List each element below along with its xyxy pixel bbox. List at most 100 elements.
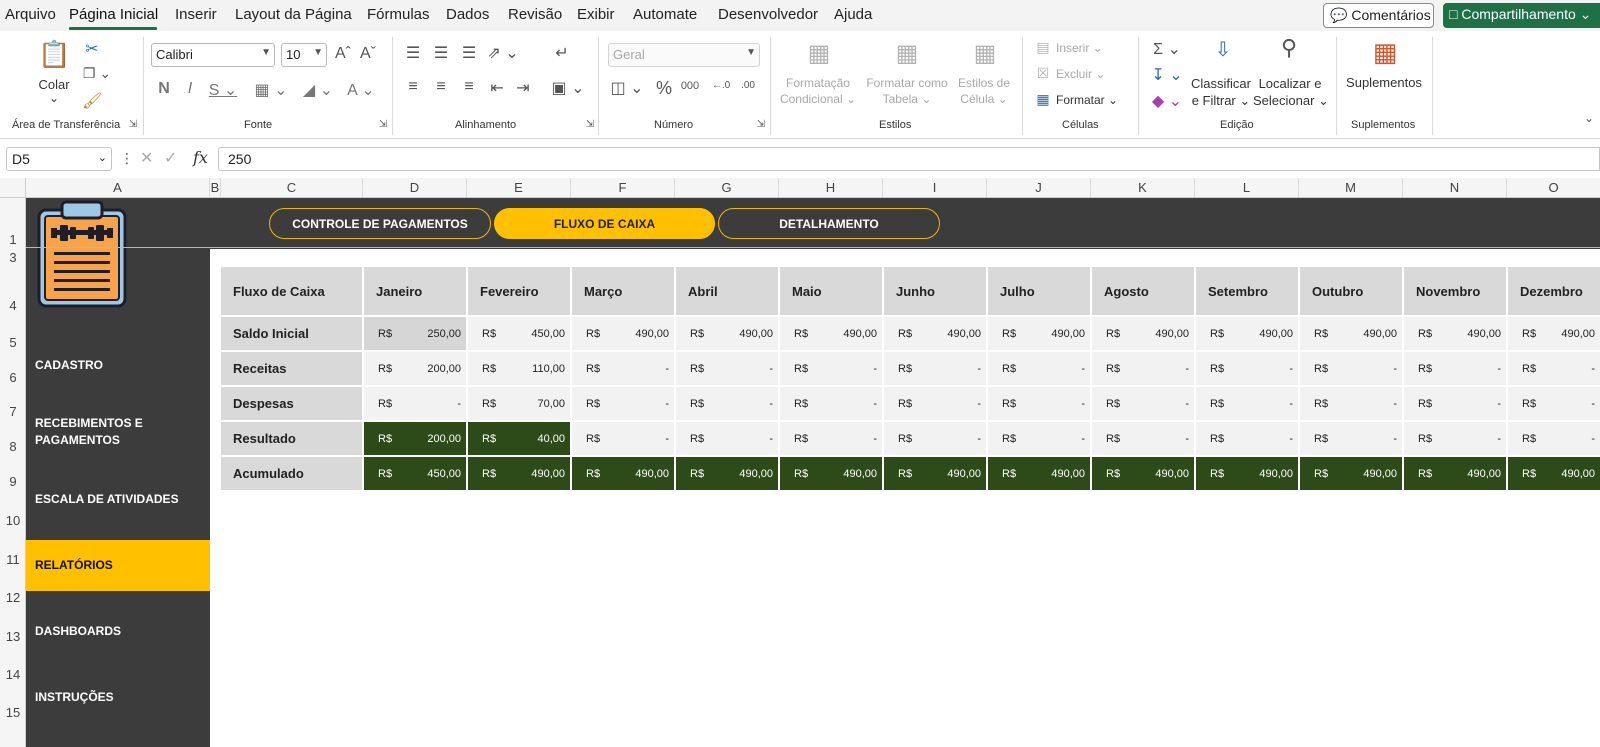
table-cell[interactable]: R$ - (1092, 387, 1194, 420)
table-cell[interactable]: R$ 490,00 (1404, 317, 1506, 350)
bold-icon[interactable]: N (155, 80, 173, 98)
wrap-text-icon[interactable]: ↵ (552, 43, 572, 63)
format-table-icon[interactable]: ▦ (890, 39, 924, 68)
menu-ajuda[interactable]: Ajuda (834, 6, 872, 23)
table-cell[interactable]: R$ 250,00 (364, 317, 466, 350)
column-header[interactable]: F (571, 178, 675, 198)
table-cell[interactable]: R$ - (1092, 422, 1194, 455)
table-cell[interactable]: R$ - (884, 422, 986, 455)
row-label[interactable]: Saldo Inicial (221, 317, 362, 350)
month-header[interactable]: Janeiro (364, 267, 466, 315)
table-cell[interactable]: R$ 490,00 (780, 457, 882, 490)
format-painter-icon[interactable]: 🖌 (82, 91, 102, 111)
number-format-combo[interactable]: Geral ▼ (608, 43, 760, 67)
row-header[interactable]: 13 (0, 629, 26, 644)
row-header[interactable]: 12 (0, 590, 26, 605)
decrease-indent-icon[interactable]: ⇤ (487, 78, 507, 98)
clear-icon[interactable]: ◆ ⌄ (1149, 91, 1185, 111)
table-cell[interactable]: R$ 490,00 (780, 317, 882, 350)
row-header[interactable]: 11 (0, 552, 26, 567)
dialog-launcher-icon[interactable]: ⇲ (755, 119, 767, 130)
borders-icon[interactable]: ▦ ⌄ (254, 80, 288, 100)
orientation-icon[interactable]: ⇗ ⌄ (487, 43, 519, 63)
menu-dados[interactable]: Dados (446, 6, 489, 23)
underline-icon[interactable]: S ⌄ (206, 80, 240, 100)
column-header[interactable]: A (26, 178, 210, 198)
month-header[interactable]: Abril (676, 267, 778, 315)
menu-inserir[interactable]: Inserir (175, 6, 217, 23)
table-cell[interactable]: R$ - (780, 352, 882, 385)
dialog-launcher-icon[interactable]: ⇲ (377, 119, 389, 130)
table-cell[interactable]: R$ 490,00 (1196, 457, 1298, 490)
formula-input[interactable]: 250 (218, 147, 1600, 171)
share-button[interactable]: □ Compartilhamento ⌄ (1443, 3, 1600, 28)
column-header[interactable]: K (1091, 178, 1195, 198)
table-cell[interactable]: R$ 490,00 (572, 317, 674, 350)
font-color-icon[interactable]: A ⌄ (343, 80, 379, 100)
table-cell[interactable]: R$ - (1404, 352, 1506, 385)
delete-cells-button[interactable]: Excluir ⌄ (1056, 67, 1105, 81)
enter-icon[interactable]: ✓ (164, 148, 177, 168)
table-cell[interactable]: R$ 40,00 (468, 422, 570, 455)
table-cell[interactable]: R$ - (1404, 422, 1506, 455)
month-header[interactable]: Junho (884, 267, 986, 315)
row-header[interactable]: 10 (0, 513, 26, 528)
increase-decimal-icon[interactable]: ←.0 (710, 80, 732, 91)
table-cell[interactable]: R$ 200,00 (364, 422, 466, 455)
insert-cells-button[interactable]: Inserir ⌄ (1056, 41, 1103, 55)
fill-icon[interactable]: ↧ ⌄ (1149, 65, 1185, 85)
sidebar-item-escala-atividades[interactable]: ESCALA DE ATIVIDADES (26, 491, 210, 508)
table-cell[interactable]: R$ 200,00 (364, 352, 466, 385)
table-cell[interactable]: R$ - (1508, 422, 1600, 455)
table-cell[interactable]: R$ 490,00 (1300, 457, 1402, 490)
month-header[interactable]: Dezembro (1508, 267, 1600, 315)
align-left-icon[interactable]: ≡ (403, 78, 423, 96)
row-header[interactable]: 14 (0, 667, 26, 682)
table-cell[interactable]: R$ - (676, 352, 778, 385)
menu-automate[interactable]: Automate (633, 6, 697, 23)
table-cell[interactable]: R$ 450,00 (364, 457, 466, 490)
table-cell[interactable]: R$ 490,00 (1404, 457, 1506, 490)
format-table-button[interactable]: Formatar como Tabela ⌄ (861, 75, 953, 107)
cell-styles-button[interactable]: Estilos de Célula ⌄ (952, 75, 1016, 107)
month-header[interactable]: Agosto (1092, 267, 1194, 315)
table-cell[interactable]: R$ 450,00 (468, 317, 570, 350)
table-cell[interactable]: R$ 70,00 (468, 387, 570, 420)
row-header[interactable]: 4 (0, 298, 26, 313)
table-cell[interactable]: R$ 490,00 (988, 457, 1090, 490)
menu-desenvolvedor[interactable]: Desenvolvedor (718, 6, 818, 23)
table-cell[interactable]: R$ 490,00 (884, 317, 986, 350)
row-header[interactable]: 15 (0, 705, 26, 720)
decrease-decimal-icon[interactable]: .00 (737, 80, 759, 91)
row-header[interactable]: 1 (0, 232, 26, 247)
table-cell[interactable]: R$ - (1196, 387, 1298, 420)
row-header[interactable]: 9 (0, 474, 26, 489)
autosum-icon[interactable]: Σ ⌄ (1149, 39, 1185, 59)
table-corner-header[interactable]: Fluxo de Caixa (221, 267, 362, 315)
column-header[interactable]: I (883, 178, 987, 198)
sidebar-item-recebimentos-pagamentos[interactable]: RECEBIMENTOS E PAGAMENTOS (26, 415, 166, 449)
row-header[interactable]: 5 (0, 335, 26, 350)
table-cell[interactable]: R$ 490,00 (884, 457, 986, 490)
table-cell[interactable]: R$ 490,00 (676, 457, 778, 490)
chevron-down-icon[interactable]: ⌄ (44, 91, 64, 105)
increase-font-icon[interactable]: Aˆ (333, 45, 353, 63)
sort-filter-icon[interactable]: ⇩ (1206, 37, 1240, 62)
table-cell[interactable]: R$ - (884, 352, 986, 385)
column-header[interactable]: G (675, 178, 779, 198)
menu-revisao[interactable]: Revisão (508, 6, 562, 23)
table-cell[interactable]: R$ 490,00 (468, 457, 570, 490)
month-header[interactable]: Outubro (1300, 267, 1402, 315)
find-select-icon[interactable]: ⚲ (1272, 35, 1306, 61)
month-header[interactable]: Setembro (1196, 267, 1298, 315)
menu-formulas[interactable]: Fórmulas (367, 6, 430, 23)
copy-icon[interactable]: ❐ ⌄ (80, 65, 114, 82)
table-cell[interactable]: R$ 490,00 (1508, 457, 1600, 490)
tab-detalhamento[interactable]: DETALHAMENTO (718, 208, 940, 239)
table-cell[interactable]: R$ - (780, 422, 882, 455)
table-cell[interactable]: R$ 490,00 (988, 317, 1090, 350)
column-header[interactable]: C (221, 178, 363, 198)
cancel-icon[interactable]: ✕ (140, 148, 153, 168)
table-cell[interactable]: R$ 490,00 (1300, 317, 1402, 350)
percent-icon[interactable]: % (654, 78, 674, 99)
